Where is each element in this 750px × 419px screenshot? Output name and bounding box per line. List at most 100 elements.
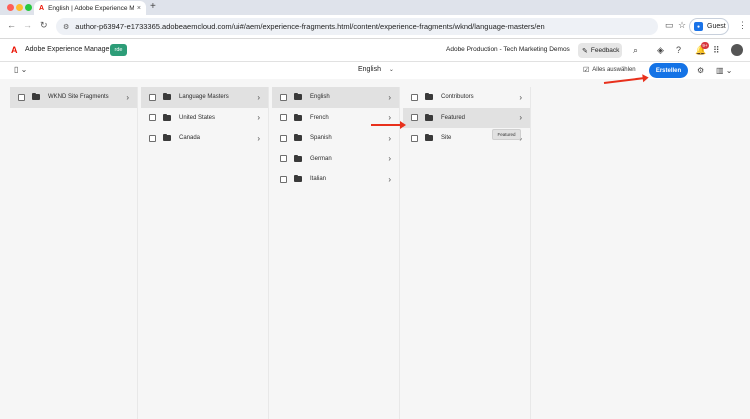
- item-label: Spanish: [310, 135, 332, 142]
- user-avatar[interactable]: [731, 44, 743, 56]
- notification-count-badge: 9+: [701, 42, 709, 49]
- list-item[interactable]: WKND Site Fragments ›: [10, 87, 137, 108]
- checkbox[interactable]: [280, 134, 287, 142]
- env-badge: rde: [110, 44, 127, 56]
- tab-title: English | Adobe Experience M: [48, 4, 134, 12]
- cast-icon[interactable]: ▭: [665, 20, 674, 31]
- folder-icon: [294, 175, 302, 183]
- create-button[interactable]: Erstellen: [649, 63, 688, 78]
- item-label: Language Masters: [179, 94, 229, 101]
- folder-icon: [294, 154, 302, 162]
- folder-icon: [294, 134, 302, 142]
- address-bar[interactable]: ⚙ author-p63947-e1733365.adobeaemcloud.c…: [56, 18, 658, 35]
- new-tab-button[interactable]: +: [150, 1, 156, 12]
- list-item[interactable]: Contributors ›: [403, 87, 530, 108]
- menu-icon[interactable]: ⋮: [738, 20, 747, 31]
- checkbox[interactable]: [411, 114, 418, 122]
- folder-icon: [294, 113, 302, 121]
- action-bar: ▯ ⌄ English ⌄ ☑ Alles auswählen Erstelle…: [0, 62, 750, 79]
- select-all-icon: ☑: [583, 67, 590, 74]
- feedback-label: Feedback: [590, 47, 620, 54]
- chevron-right-icon[interactable]: ›: [388, 175, 391, 184]
- adobe-logo-icon[interactable]: A: [11, 45, 18, 55]
- item-label: WKND Site Fragments: [48, 94, 109, 101]
- item-label: Featured: [441, 114, 466, 121]
- list-item[interactable]: Italian ›: [272, 169, 399, 190]
- apps-icon[interactable]: ⠿: [713, 45, 720, 56]
- site-info-icon[interactable]: ⚙: [63, 23, 69, 31]
- column-3: English › French › Spanish › German › It…: [272, 87, 400, 419]
- list-item[interactable]: Canada ›: [141, 128, 268, 149]
- list-item[interactable]: Featured ›: [403, 107, 530, 128]
- browser-tab[interactable]: A English | Adobe Experience M ×: [34, 1, 146, 15]
- chevron-right-icon[interactable]: ›: [388, 93, 391, 102]
- back-icon[interactable]: ←: [7, 20, 16, 30]
- select-all-label: Alles auswählen: [592, 67, 636, 73]
- browser-tab-strip: A English | Adobe Experience M × +: [0, 0, 750, 15]
- profile-icon: ●: [694, 22, 703, 31]
- bookmark-icon[interactable]: ☆: [678, 20, 686, 31]
- guest-profile-button[interactable]: ● Guest: [689, 18, 729, 35]
- chevron-right-icon[interactable]: ›: [388, 113, 391, 122]
- chevron-right-icon[interactable]: ›: [126, 93, 129, 102]
- item-label: United States: [179, 114, 216, 121]
- folder-icon: [163, 93, 171, 101]
- chevron-right-icon[interactable]: ›: [257, 93, 260, 102]
- chevron-right-icon[interactable]: ›: [257, 134, 260, 143]
- feedback-icon: ✎: [582, 47, 588, 55]
- annotation-arrow: [371, 121, 406, 129]
- search-icon[interactable]: ⌕: [633, 45, 638, 56]
- folder-icon: [425, 113, 433, 121]
- chevron-right-icon[interactable]: ›: [257, 113, 260, 122]
- list-item[interactable]: Spanish ›: [272, 128, 399, 149]
- forward-icon[interactable]: →: [23, 20, 32, 30]
- item-label: Contributors: [441, 94, 474, 101]
- column-view: WKND Site Fragments › Language Masters ›…: [0, 80, 750, 419]
- list-item[interactable]: United States ›: [141, 108, 268, 129]
- window-zoom-button[interactable]: [25, 4, 32, 11]
- help-icon[interactable]: ?: [676, 45, 681, 55]
- solutions-icon[interactable]: ◈: [657, 45, 664, 56]
- reload-icon[interactable]: ↻: [40, 20, 48, 31]
- chevron-right-icon[interactable]: ›: [388, 134, 391, 143]
- select-all-button[interactable]: ☑ Alles auswählen: [583, 66, 636, 74]
- app-title[interactable]: Adobe Experience Manager: [25, 46, 112, 53]
- item-label: French: [310, 114, 329, 121]
- checkbox[interactable]: [280, 155, 287, 163]
- folder-icon: [163, 134, 171, 142]
- list-item[interactable]: English ›: [272, 87, 399, 108]
- guest-label: Guest: [707, 23, 726, 30]
- chevron-right-icon[interactable]: ›: [519, 113, 522, 122]
- checkbox[interactable]: [280, 175, 287, 183]
- item-label: German: [310, 155, 332, 162]
- settings-icon[interactable]: ⚙: [697, 66, 704, 75]
- list-item[interactable]: Language Masters ›: [141, 87, 268, 108]
- list-item[interactable]: German ›: [272, 149, 399, 170]
- checkbox[interactable]: [149, 93, 156, 101]
- checkbox[interactable]: [411, 93, 418, 101]
- window-close-button[interactable]: [7, 4, 14, 11]
- rail-toggle-icon[interactable]: ▯ ⌄: [14, 65, 27, 74]
- folder-icon: [32, 93, 40, 101]
- root-label: English: [358, 66, 381, 73]
- checkbox[interactable]: [411, 134, 418, 142]
- item-label: Canada: [179, 135, 201, 142]
- chevron-right-icon[interactable]: ›: [388, 154, 391, 163]
- chevron-right-icon[interactable]: ›: [519, 93, 522, 102]
- view-switch-icon[interactable]: ▥ ⌄: [716, 66, 732, 75]
- tooltip: Featured: [492, 129, 521, 140]
- window-minimize-button[interactable]: [16, 4, 23, 11]
- org-name[interactable]: Adobe Production - Tech Marketing Demos: [446, 46, 570, 53]
- chevron-down-icon: ⌄: [388, 67, 394, 73]
- checkbox[interactable]: [149, 134, 156, 142]
- checkbox[interactable]: [149, 114, 156, 122]
- checkbox[interactable]: [280, 93, 287, 101]
- feedback-button[interactable]: ✎ Feedback: [578, 43, 622, 58]
- root-select[interactable]: English ⌄: [358, 66, 394, 73]
- tab-close-icon[interactable]: ×: [137, 5, 141, 12]
- checkbox[interactable]: [18, 93, 25, 101]
- folder-icon: [425, 93, 433, 101]
- item-label: English: [310, 94, 330, 101]
- checkbox[interactable]: [280, 114, 287, 122]
- url-text: author-p63947-e1733365.adobeaemcloud.com…: [75, 22, 545, 31]
